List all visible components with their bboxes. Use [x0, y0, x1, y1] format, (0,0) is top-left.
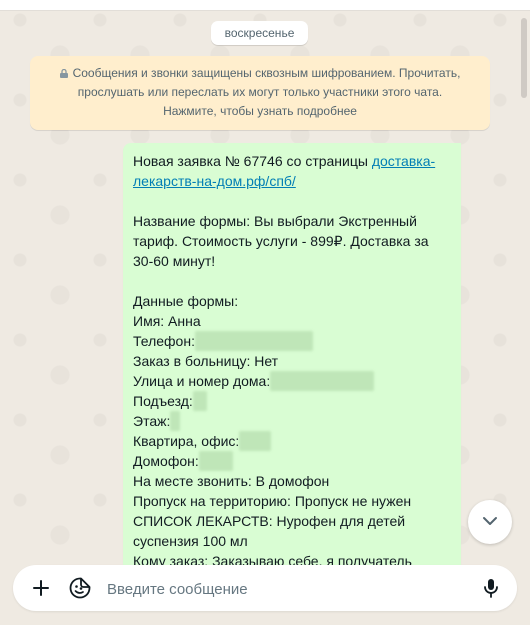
- message-header: Новая заявка № 67746 со страницы доставк…: [133, 153, 436, 169]
- encryption-notice-line-2: прослушать или переслать их могут только…: [77, 85, 443, 99]
- sticker-icon[interactable]: [68, 576, 92, 600]
- field-entrance: Подъезд:: [133, 391, 451, 411]
- redacted-intercom: [198, 451, 233, 471]
- redacted-entrance: [192, 391, 207, 411]
- redacted-floor: [170, 411, 181, 431]
- field-drugs-2: суспензия 100 мл: [133, 533, 248, 549]
- page-link[interactable]: доставка-: [372, 153, 435, 169]
- redacted-street: [270, 371, 375, 391]
- redacted-apartment: [239, 431, 272, 451]
- window-top-edge: [0, 0, 530, 11]
- composer-bar: [0, 565, 530, 625]
- outgoing-message-bubble[interactable]: Новая заявка № 67746 со страницы доставк…: [123, 143, 461, 583]
- field-floor: Этаж:: [133, 411, 451, 431]
- encryption-notice[interactable]: Сообщения и звонки защищены сквозным шиф…: [30, 56, 490, 130]
- field-pass: Пропуск на территорию: Пропуск не нужен: [133, 493, 412, 509]
- form-data-title: Данные формы:: [133, 293, 239, 309]
- field-drugs-1: СПИСОК ЛЕКАРСТВ: Нурофен для детей: [133, 513, 406, 529]
- scroll-to-bottom-button[interactable]: [468, 500, 512, 544]
- date-separator: воскресенье: [211, 21, 308, 45]
- composer-box: [13, 565, 517, 611]
- message-input[interactable]: [105, 573, 469, 605]
- field-hospital: Заказ в больницу: Нет: [133, 353, 279, 369]
- field-phone: Телефон:: [133, 331, 451, 351]
- lock-icon: [59, 69, 68, 78]
- chat-scrollbar[interactable]: [521, 18, 527, 98]
- form-name-line-1: Название формы: Вы выбрали Экстренный: [133, 213, 417, 229]
- encryption-notice-line-3: Нажмите, чтобы узнать подробнее: [163, 104, 357, 118]
- field-call-on-site: На месте звонить: В домофон: [133, 473, 330, 489]
- encryption-notice-line-1: Сообщения и звонки защищены сквозным шиф…: [30, 64, 490, 83]
- plus-icon[interactable]: [29, 576, 53, 600]
- form-name-line-2: тариф. Стоимость услуги - 899₽. Доставка…: [133, 233, 429, 249]
- field-apartment: Квартира, офис:: [133, 431, 451, 451]
- mic-icon[interactable]: [479, 576, 503, 600]
- chevron-down-icon: [482, 513, 498, 531]
- field-name: Имя: Анна: [133, 313, 201, 329]
- redacted-phone: [194, 331, 313, 351]
- field-street: Улица и номер дома:: [133, 371, 451, 391]
- page-link-continued[interactable]: лекарств-на-дом.рф/спб/: [133, 173, 296, 189]
- form-name-line-3: 30-60 минут!: [133, 253, 216, 269]
- field-intercom: Домофон:: [133, 451, 451, 471]
